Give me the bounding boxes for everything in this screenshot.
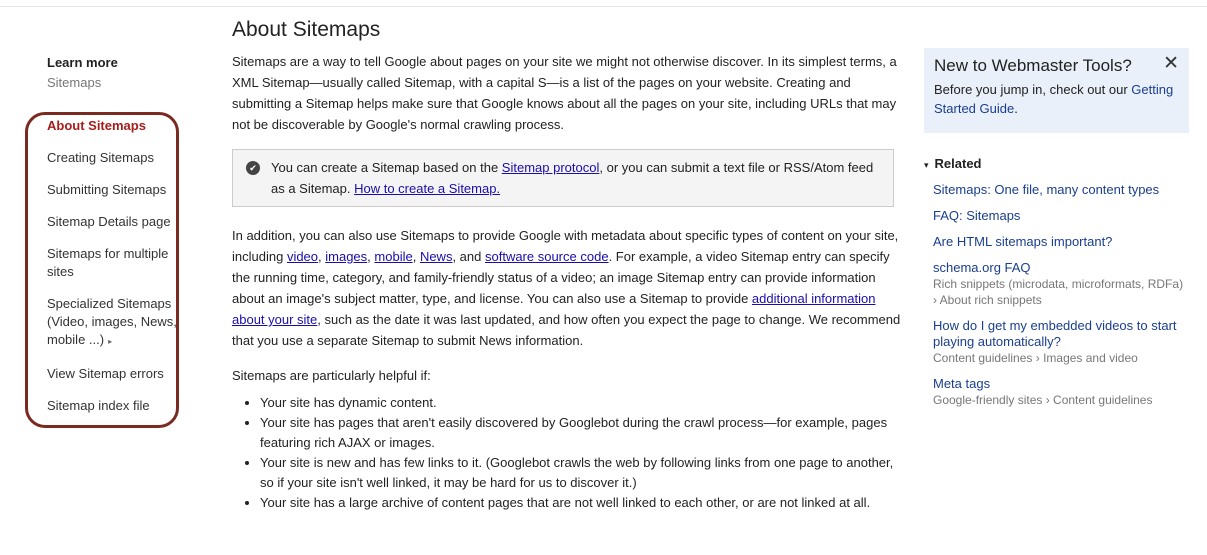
nav-item-creating-sitemaps[interactable]: Creating Sitemaps xyxy=(47,149,177,167)
nav-item-label: Sitemap Details page xyxy=(47,214,171,229)
top-divider xyxy=(0,6,1207,7)
nav-item-label: Submitting Sitemaps xyxy=(47,182,167,197)
nav-item-label: Sitemap index file xyxy=(47,398,150,413)
check-circle-icon: ✔ xyxy=(246,161,260,175)
list-item: Your site has pages that aren't easily d… xyxy=(260,413,902,453)
nav-item-specialized-sitemaps[interactable]: Specialized Sitemaps (Video, images, New… xyxy=(47,295,177,351)
related-item: Sitemaps: One file, many content types xyxy=(933,182,1189,198)
list-item: Your site has a large archive of content… xyxy=(260,493,902,513)
related-subtext: Google-friendly sites › Content guidelin… xyxy=(933,393,1153,407)
learn-more-subtitle: Sitemaps xyxy=(47,75,102,90)
nav-item-index-file[interactable]: Sitemap index file xyxy=(47,397,177,415)
callout-text: You can create a Sitemap based on the xyxy=(271,160,502,175)
mobile-link[interactable]: mobile xyxy=(374,249,412,264)
new-box-text-part: Before you jump in, check out our xyxy=(934,82,1132,97)
list-item: Your site has dynamic content. xyxy=(260,393,902,413)
sitemap-protocol-link[interactable]: Sitemap protocol xyxy=(502,160,600,175)
nav-item-label: View Sitemap errors xyxy=(47,366,164,381)
separator: , and xyxy=(452,249,485,264)
related-subtext: Rich snippets (microdata, microformats, … xyxy=(933,277,1184,307)
related-list: Sitemaps: One file, many content types F… xyxy=(933,182,1189,408)
related-item: schema.org FAQ Rich snippets (microdata, … xyxy=(933,260,1189,308)
learn-more-heading: Learn more xyxy=(47,55,118,70)
software-source-code-link[interactable]: software source code xyxy=(485,249,609,264)
related-subtext: Content guidelines › Images and video xyxy=(933,351,1138,365)
nav-item-sitemap-details[interactable]: Sitemap Details page xyxy=(47,213,177,231)
nav-item-multiple-sites[interactable]: Sitemaps for multiple sites xyxy=(47,245,177,281)
related-item: Are HTML sitemaps important? xyxy=(933,234,1189,250)
info-callout: ✔ You can create a Sitemap based on the … xyxy=(232,149,894,207)
related-item: How do I get my embedded videos to start… xyxy=(933,318,1189,366)
new-box-text: Before you jump in, check out our Gettin… xyxy=(934,80,1179,118)
how-to-create-link[interactable]: How to create a Sitemap. xyxy=(354,181,500,196)
nav-list: About Sitemaps Creating Sitemaps Submitt… xyxy=(47,117,177,429)
helpful-list: Your site has dynamic content. Your site… xyxy=(232,393,902,513)
related-link[interactable]: schema.org FAQ xyxy=(933,260,1031,275)
nav-item-label: Creating Sitemaps xyxy=(47,150,154,165)
list-item: Your site is new and has few links to it… xyxy=(260,453,902,493)
separator: , xyxy=(412,249,420,264)
new-box-title: New to Webmaster Tools? xyxy=(934,56,1132,75)
nav-item-view-errors[interactable]: View Sitemap errors xyxy=(47,365,177,383)
related-link[interactable]: How do I get my embedded videos to start… xyxy=(933,318,1177,349)
related-link[interactable]: FAQ: Sitemaps xyxy=(933,208,1020,223)
left-nav: Learn more Sitemaps About Sitemaps Creat… xyxy=(25,55,182,428)
main-content: About Sitemaps Sitemaps are a way to tel… xyxy=(232,18,902,513)
video-link[interactable]: video xyxy=(287,249,318,264)
intro-paragraph: Sitemaps are a way to tell Google about … xyxy=(232,54,897,132)
related-heading[interactable]: ▾ Related xyxy=(924,156,1189,171)
related-item: Meta tags Google-friendly sites › Content… xyxy=(933,376,1189,408)
related-item: FAQ: Sitemaps xyxy=(933,208,1189,224)
metadata-paragraph: In addition, you can also use Sitemaps t… xyxy=(232,225,902,351)
images-link[interactable]: images xyxy=(325,249,367,264)
nav-item-submitting-sitemaps[interactable]: Submitting Sitemaps xyxy=(47,181,177,199)
helpful-intro: Sitemaps are particularly helpful if: xyxy=(232,368,431,383)
related-link[interactable]: Meta tags xyxy=(933,376,990,391)
close-icon[interactable]: ✕ xyxy=(1163,52,1179,75)
news-link[interactable]: News xyxy=(420,249,453,264)
related-link[interactable]: Are HTML sitemaps important? xyxy=(933,234,1112,249)
related-title: Related xyxy=(934,156,982,171)
triangle-down-icon: ▾ xyxy=(924,160,929,170)
new-to-webmaster-tools-box: New to Webmaster Tools? ✕ Before you jum… xyxy=(924,48,1189,133)
nav-item-label: Sitemaps for multiple sites xyxy=(47,246,169,279)
paragraph-text: , such as the date it was last updated, … xyxy=(232,312,901,348)
nav-item-about-sitemaps[interactable]: About Sitemaps xyxy=(47,117,177,135)
page-title: About Sitemaps xyxy=(232,18,381,41)
new-box-text-part: . xyxy=(1014,101,1018,116)
right-sidebar: New to Webmaster Tools? ✕ Before you jum… xyxy=(924,48,1189,418)
nav-item-label: About Sitemaps xyxy=(47,118,146,133)
triangle-right-icon[interactable]: ▸ xyxy=(108,337,112,346)
related-link[interactable]: Sitemaps: One file, many content types xyxy=(933,182,1159,197)
